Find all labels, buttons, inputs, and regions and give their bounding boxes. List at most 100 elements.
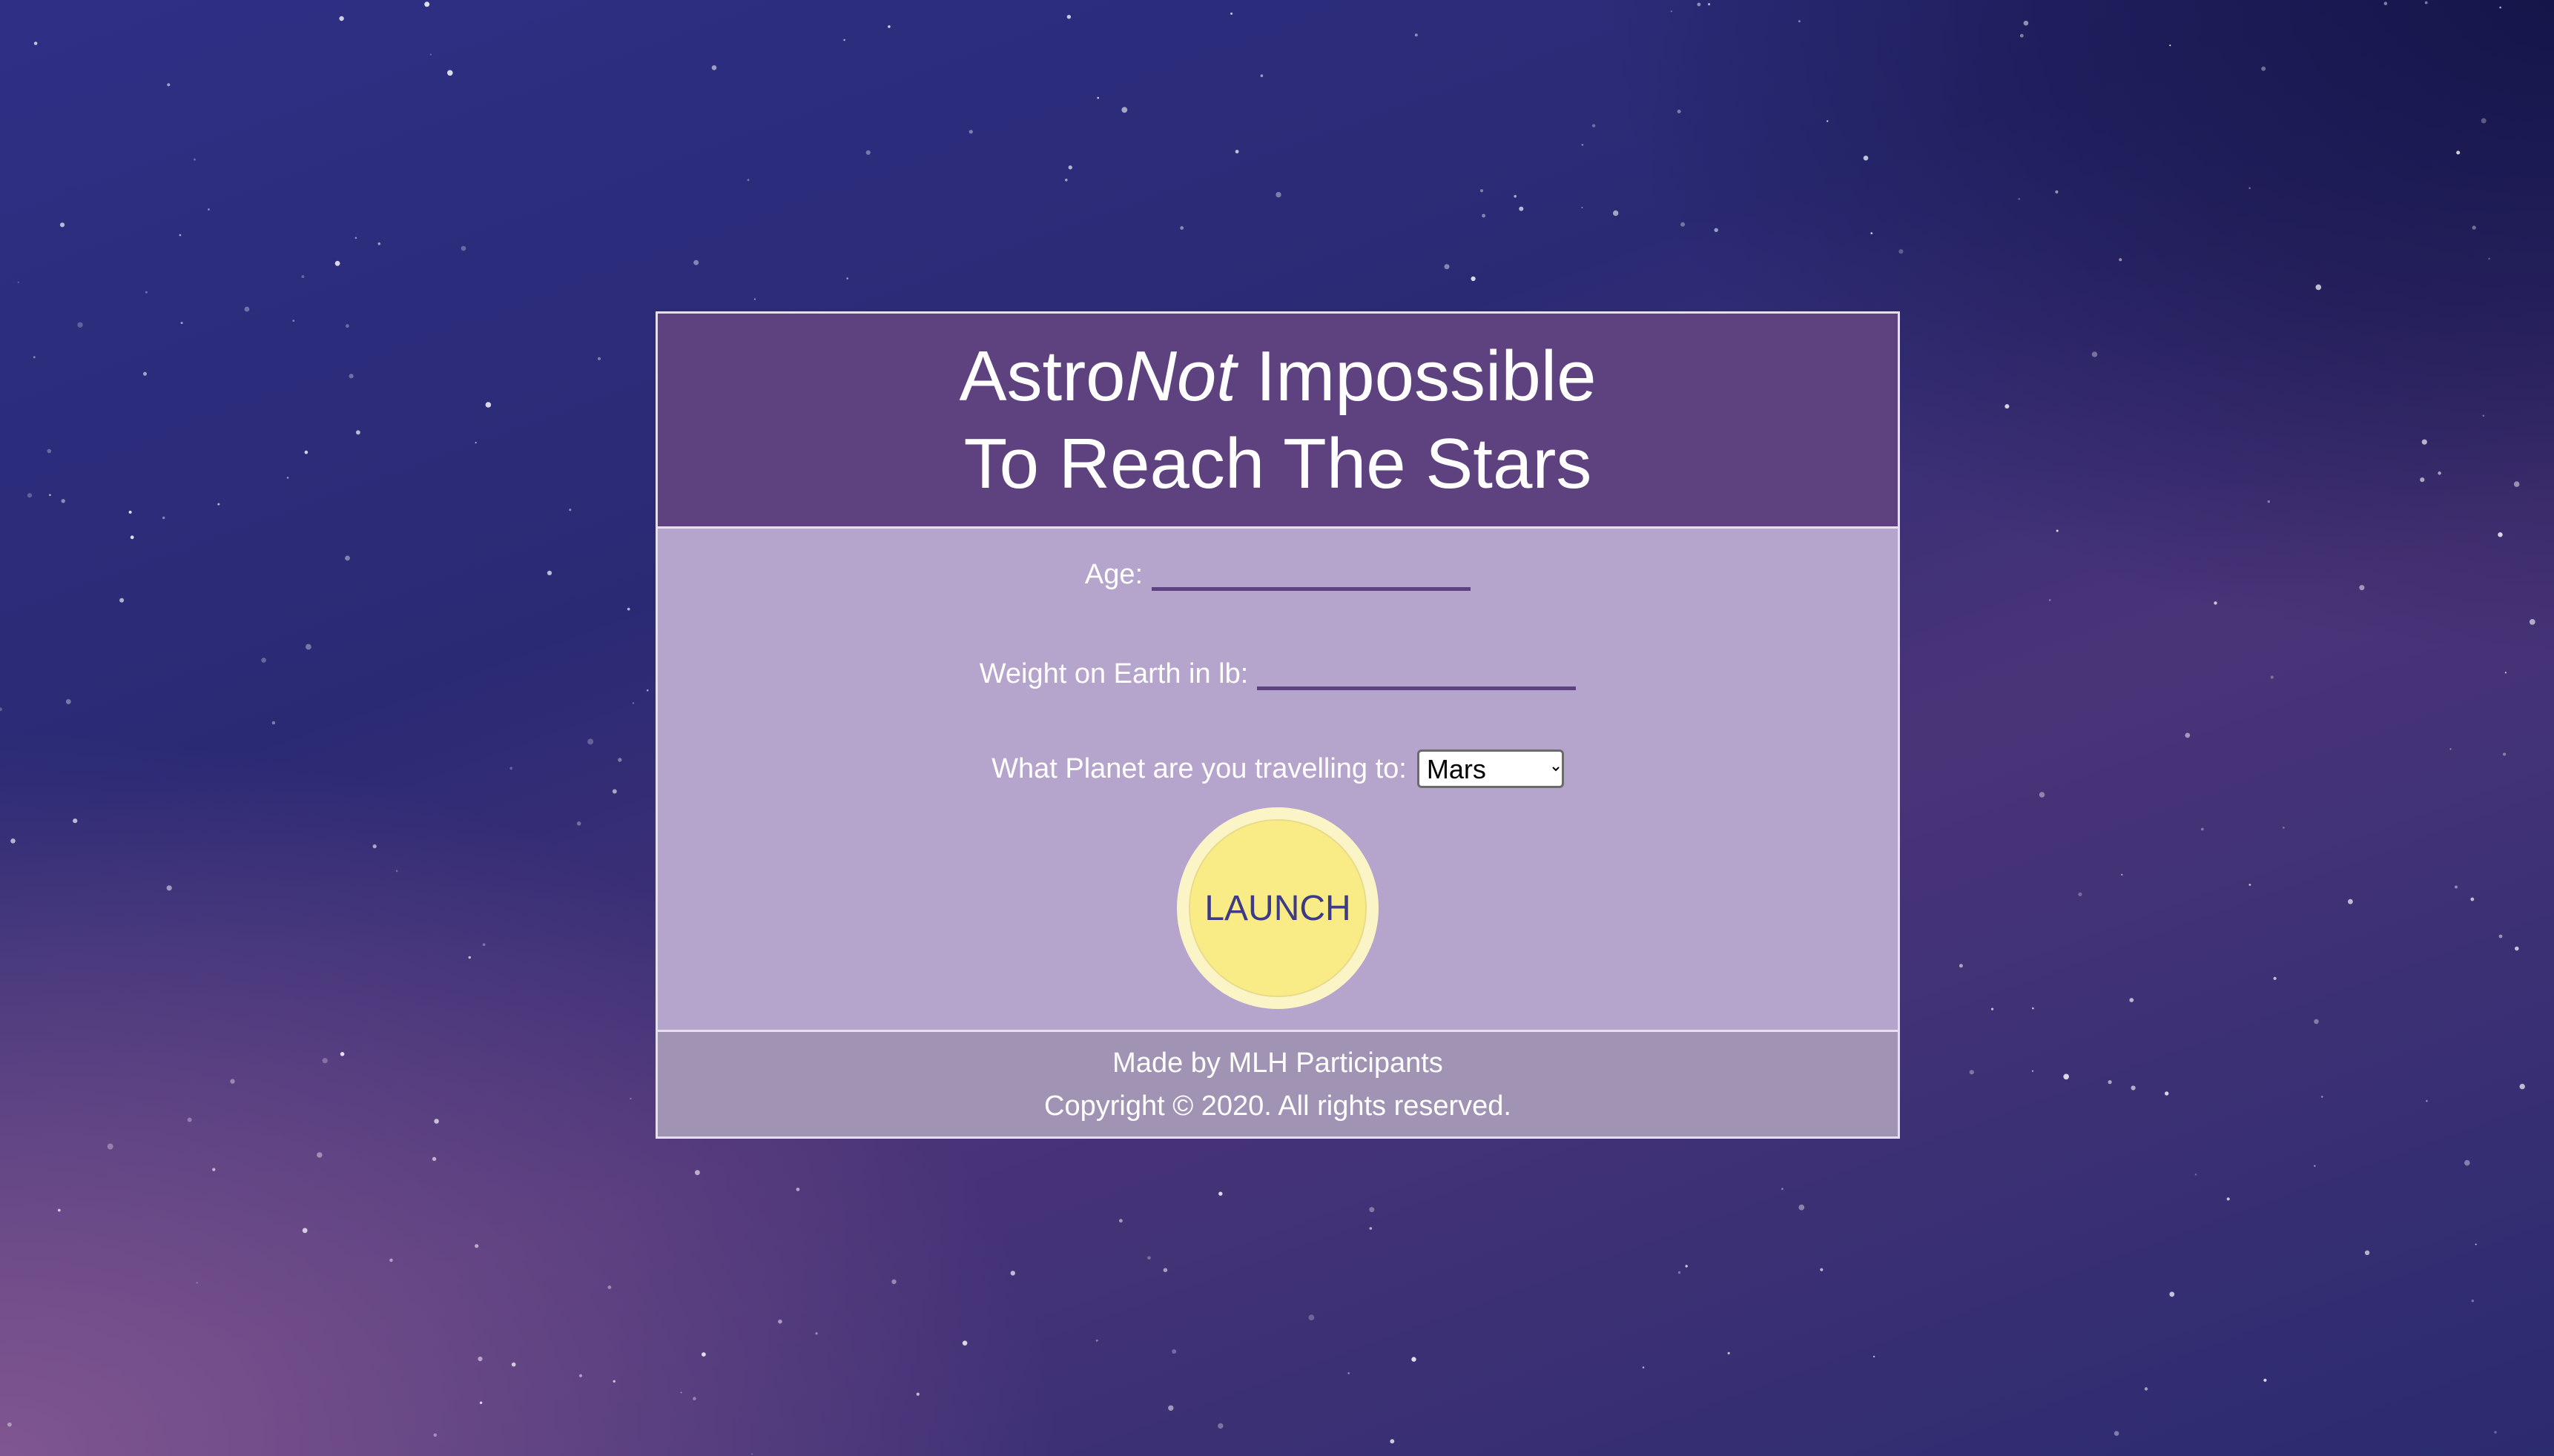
star bbox=[2091, 351, 2098, 357]
star bbox=[1218, 1423, 1224, 1429]
star bbox=[815, 1332, 818, 1335]
age-input[interactable] bbox=[1152, 552, 1471, 591]
star bbox=[2364, 1250, 2370, 1256]
star bbox=[2129, 998, 2134, 1002]
star bbox=[10, 838, 16, 844]
star bbox=[2200, 827, 2204, 831]
star bbox=[1870, 232, 1873, 234]
star bbox=[340, 1052, 345, 1056]
star bbox=[2214, 601, 2217, 605]
planet-row: What Planet are you travelling to: Mars bbox=[658, 749, 1898, 788]
star bbox=[612, 789, 617, 794]
star bbox=[627, 607, 630, 611]
weight-input[interactable] bbox=[1257, 652, 1577, 690]
star bbox=[2144, 1387, 2148, 1391]
star bbox=[1714, 228, 1718, 232]
star bbox=[162, 516, 165, 520]
star bbox=[2019, 33, 2024, 38]
star bbox=[1097, 96, 1099, 99]
star bbox=[244, 306, 250, 312]
launch-button-ring: LAUNCH bbox=[1177, 807, 1379, 1009]
star bbox=[2464, 1159, 2470, 1166]
star bbox=[49, 494, 51, 497]
star bbox=[2165, 1091, 2169, 1096]
star bbox=[317, 1152, 323, 1158]
star bbox=[1369, 1207, 1375, 1213]
star bbox=[587, 738, 594, 745]
star bbox=[424, 1, 430, 7]
star bbox=[2498, 934, 2503, 939]
main-card: AstroNot Impossible To Reach The Stars A… bbox=[656, 311, 1900, 1139]
star bbox=[194, 158, 196, 161]
star bbox=[1444, 264, 1450, 270]
star bbox=[1068, 165, 1073, 170]
star bbox=[1827, 120, 1829, 122]
footer-copyright: Copyright © 2020. All rights reserved. bbox=[1044, 1090, 1511, 1122]
star bbox=[711, 65, 717, 70]
star bbox=[1677, 1271, 1681, 1274]
page-subtitle: To Reach The Stars bbox=[963, 423, 1592, 503]
star bbox=[796, 1188, 800, 1191]
star bbox=[143, 371, 147, 376]
star bbox=[1235, 150, 1239, 153]
star bbox=[1781, 1188, 1783, 1190]
star bbox=[166, 885, 172, 891]
star bbox=[356, 430, 360, 435]
star bbox=[1519, 206, 1524, 211]
star bbox=[1147, 1256, 1151, 1260]
star bbox=[680, 1392, 682, 1394]
star bbox=[33, 356, 36, 359]
star bbox=[753, 298, 756, 300]
star bbox=[2018, 197, 2021, 200]
star bbox=[1065, 179, 1068, 182]
star bbox=[2472, 225, 2476, 230]
star bbox=[2031, 1070, 2034, 1072]
star bbox=[613, 1380, 616, 1383]
star bbox=[2056, 529, 2059, 532]
star bbox=[434, 1119, 439, 1124]
star bbox=[65, 699, 71, 704]
star bbox=[395, 870, 398, 873]
star bbox=[429, 53, 432, 56]
star bbox=[2023, 20, 2029, 26]
star bbox=[2314, 1165, 2316, 1167]
star bbox=[2456, 150, 2461, 155]
star bbox=[77, 322, 83, 328]
star bbox=[128, 510, 132, 514]
star bbox=[843, 39, 845, 42]
star bbox=[702, 1352, 706, 1357]
star bbox=[59, 222, 65, 228]
star bbox=[217, 503, 220, 506]
star bbox=[61, 499, 65, 503]
star bbox=[1308, 1314, 1315, 1320]
launch-button[interactable]: LAUNCH bbox=[1189, 819, 1367, 997]
star bbox=[2055, 190, 2059, 193]
age-label: Age: bbox=[1084, 559, 1144, 590]
star bbox=[1347, 1372, 1350, 1374]
star bbox=[1230, 12, 1233, 15]
star bbox=[1798, 1204, 1805, 1211]
star bbox=[1390, 1439, 1395, 1444]
star bbox=[2185, 732, 2191, 738]
star bbox=[212, 1168, 216, 1171]
star bbox=[2320, 1096, 2323, 1098]
star bbox=[2529, 619, 2535, 625]
star bbox=[334, 260, 340, 266]
star bbox=[57, 1208, 61, 1212]
star bbox=[632, 702, 635, 704]
star bbox=[372, 844, 377, 849]
star bbox=[916, 1392, 920, 1396]
star bbox=[47, 449, 52, 454]
planet-select[interactable]: Mars bbox=[1416, 749, 1564, 788]
star bbox=[345, 555, 350, 561]
star bbox=[468, 956, 471, 959]
star bbox=[339, 16, 344, 21]
star bbox=[1677, 109, 1681, 113]
star bbox=[107, 1143, 113, 1150]
star bbox=[27, 493, 33, 498]
star bbox=[2261, 66, 2266, 71]
title-prefix: Astro bbox=[959, 336, 1126, 416]
star bbox=[292, 320, 295, 322]
star bbox=[7, 1422, 12, 1427]
star bbox=[1581, 144, 1584, 146]
